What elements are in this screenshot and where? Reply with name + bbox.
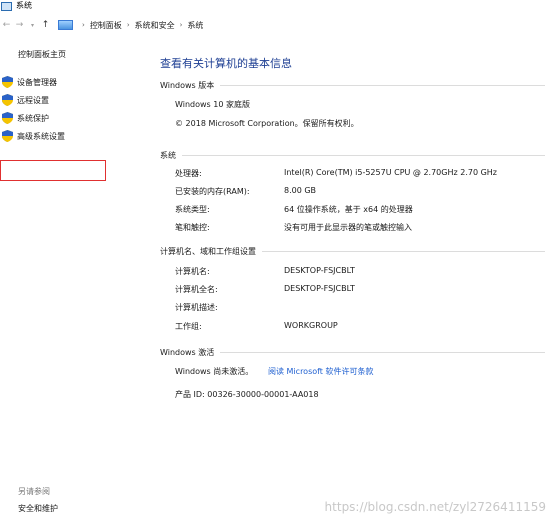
- address-bar: ← → ▾ ↑ › 控制面板 › 系统和安全 › 系统: [0, 16, 554, 34]
- control-panel-icon: [58, 20, 73, 30]
- section-divider: [220, 351, 545, 353]
- section-divider: [220, 84, 545, 86]
- sidebar-item-label: 系统保护: [17, 113, 49, 123]
- breadcrumb-control-panel[interactable]: 控制面板: [90, 20, 122, 31]
- full-computer-name-value: DESKTOP-FSJCBLT: [284, 284, 355, 293]
- processor-value: Intel(R) Core(TM) i5-5257U CPU @ 2.70GHz…: [284, 168, 497, 177]
- sidebar-item-label: 高级系统设置: [17, 131, 65, 141]
- back-arrow-icon[interactable]: ←: [0, 20, 13, 30]
- sidebar-item-device-manager[interactable]: 设备管理器: [2, 74, 57, 90]
- forward-arrow-icon[interactable]: →: [13, 20, 26, 30]
- security-maintenance-link[interactable]: 安全和维护: [18, 503, 58, 514]
- section-title: 计算机名、域和工作组设置: [160, 246, 256, 256]
- uac-shield-icon: [2, 130, 13, 142]
- sidebar-item-advanced-system-settings[interactable]: 高级系统设置: [2, 128, 65, 144]
- copyright-text: © 2018 Microsoft Corporation。保留所有权利。: [175, 119, 359, 128]
- up-arrow-icon[interactable]: ↑: [39, 20, 52, 30]
- sidebar-item-remote-settings[interactable]: 远程设置: [2, 92, 49, 108]
- pen-touch-value: 没有可用于此显示器的笔或触控输入: [284, 223, 412, 232]
- page-title: 查看有关计算机的基本信息: [160, 57, 292, 70]
- title-bar: 系统: [0, 0, 554, 12]
- system-type-label: 系统类型:: [175, 205, 210, 214]
- sidebar-item-system-protection[interactable]: 系统保护: [2, 110, 49, 126]
- section-divider: [262, 250, 545, 252]
- section-title: Windows 激活: [160, 347, 215, 357]
- window-title: 系统: [16, 1, 32, 10]
- highlight-box: [0, 160, 106, 181]
- breadcrumb-system-security[interactable]: 系统和安全: [135, 20, 175, 31]
- windows-edition-value: Windows 10 家庭版: [175, 100, 250, 109]
- processor-label: 处理器:: [175, 169, 202, 178]
- breadcrumb-separator-icon: ›: [179, 21, 183, 29]
- workgroup-label: 工作组:: [175, 322, 202, 331]
- uac-shield-icon: [2, 94, 13, 106]
- see-also-heading: 另请参阅: [18, 487, 50, 496]
- sidebar-item-label: 设备管理器: [17, 77, 57, 87]
- breadcrumb-separator-icon: ›: [82, 21, 85, 29]
- computer-name-value: DESKTOP-FSJCBLT: [284, 266, 355, 275]
- system-window-icon: [1, 1, 12, 11]
- sidebar-item-label: 远程设置: [17, 95, 49, 105]
- recent-dropdown-icon[interactable]: ▾: [26, 22, 39, 29]
- sidebar: 控制面板主页 设备管理器 远程设置 系统保护 高级系统设置 另请参阅 安全和维护: [0, 34, 150, 522]
- main-content: 查看有关计算机的基本信息 Windows 版本 Windows 10 家庭版 ©…: [160, 34, 550, 522]
- ram-value: 8.00 GB: [284, 186, 317, 195]
- breadcrumb-separator-icon: ›: [126, 21, 130, 29]
- computer-name-label: 计算机名:: [175, 267, 210, 276]
- section-windows-activation: Windows 激活: [160, 346, 545, 358]
- watermark-text: https://blog.csdn.net/zyl2726411159: [324, 500, 546, 514]
- system-type-value: 64 位操作系统，基于 x64 的处理器: [284, 205, 413, 214]
- control-panel-home-link[interactable]: 控制面板主页: [18, 49, 66, 60]
- section-computer-name: 计算机名、域和工作组设置: [160, 245, 545, 257]
- uac-shield-icon: [2, 112, 13, 124]
- license-terms-link[interactable]: 阅读 Microsoft 软件许可条款: [268, 366, 374, 377]
- uac-shield-icon: [2, 76, 13, 88]
- pen-touch-label: 笔和触控:: [175, 223, 210, 232]
- section-system: 系统: [160, 149, 545, 161]
- computer-description-label: 计算机描述:: [175, 303, 218, 312]
- ram-label: 已安装的内存(RAM):: [175, 187, 250, 196]
- breadcrumb-system[interactable]: 系统: [187, 20, 203, 31]
- section-divider: [182, 154, 545, 156]
- workgroup-value: WORKGROUP: [284, 321, 338, 330]
- section-title: Windows 版本: [160, 80, 215, 90]
- product-id: 产品 ID: 00326-30000-00001-AA018: [175, 390, 319, 399]
- section-title: 系统: [160, 150, 176, 160]
- activation-status: Windows 尚未激活。: [175, 367, 254, 376]
- section-windows-edition: Windows 版本: [160, 79, 545, 91]
- full-computer-name-label: 计算机全名:: [175, 285, 218, 294]
